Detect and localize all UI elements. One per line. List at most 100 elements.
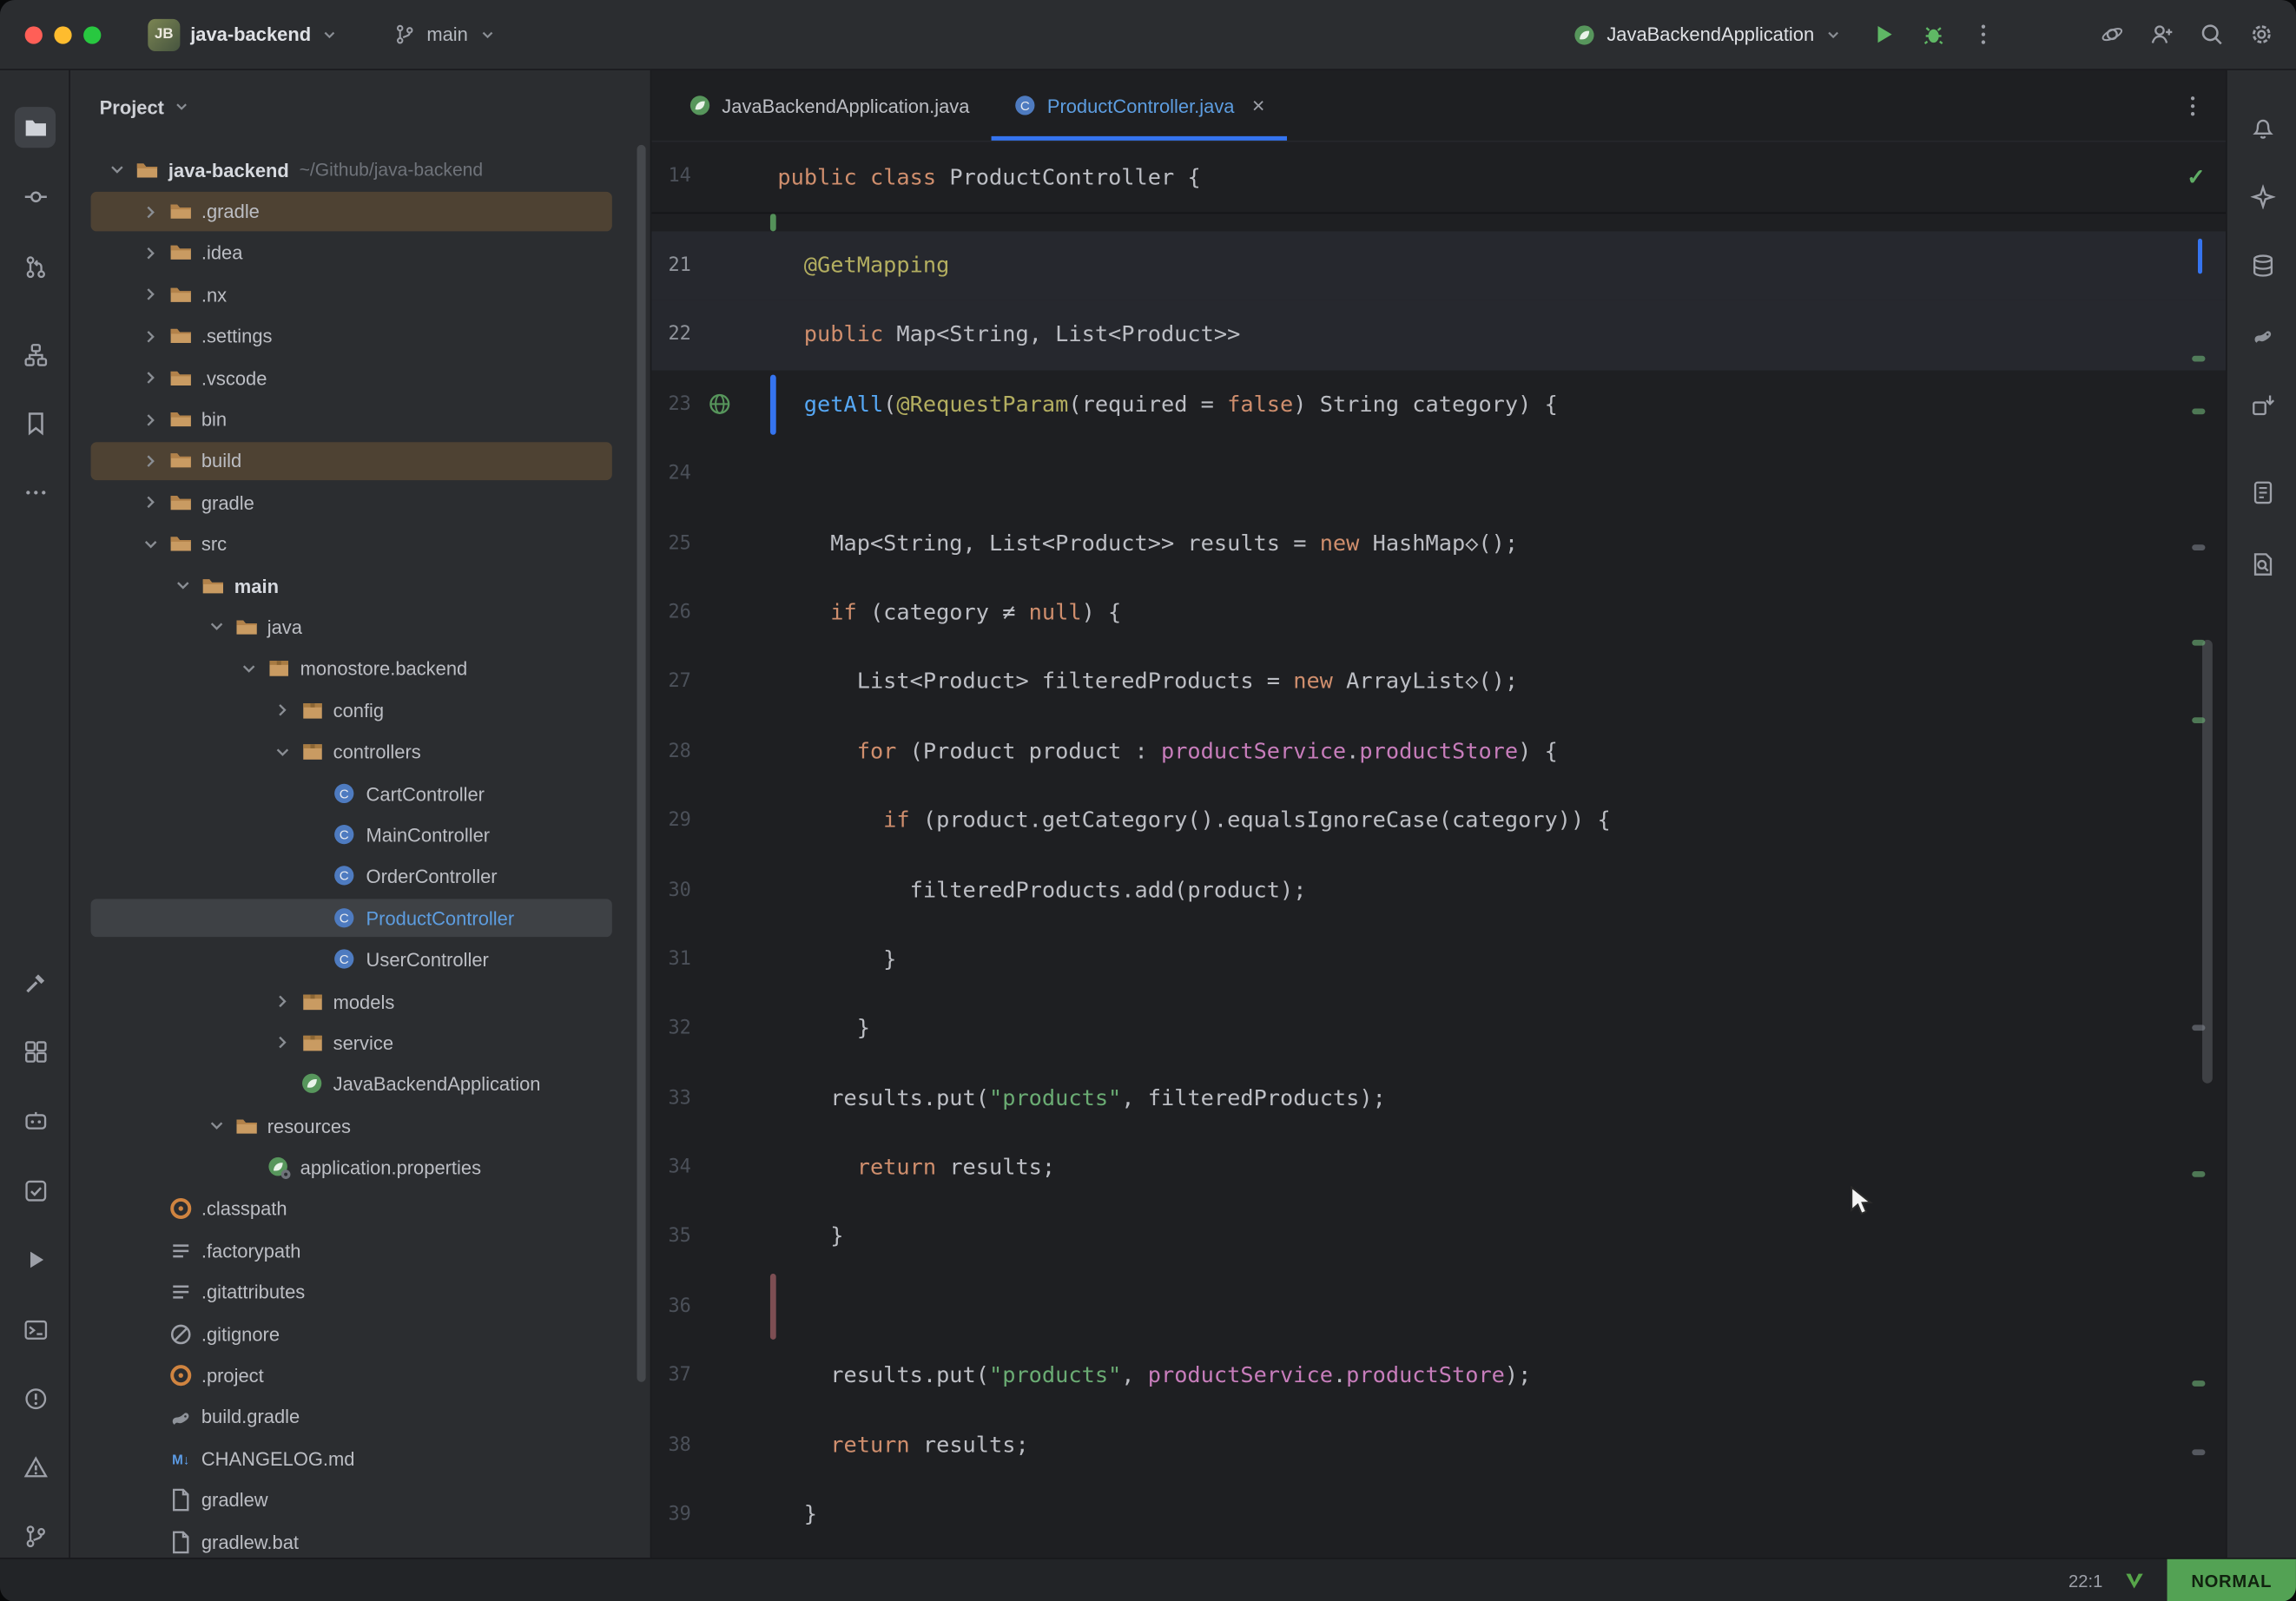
chevron-right-icon[interactable] [133, 285, 168, 306]
chevron-right-icon[interactable] [133, 409, 168, 430]
chevron-right-icon[interactable] [133, 201, 168, 222]
tree-item-javabackendapplication[interactable]: JavaBackendApplication [70, 1064, 650, 1105]
chevron-down-icon[interactable] [264, 741, 299, 762]
run-button[interactable] [1863, 14, 1903, 55]
chevron-down-icon[interactable] [198, 1116, 233, 1137]
ai-assistant-icon[interactable] [2242, 175, 2283, 216]
project-icon[interactable] [15, 107, 56, 148]
project-panel-header[interactable]: Project [70, 70, 650, 143]
tree-item-build-gradle[interactable]: build.gradle [70, 1396, 650, 1438]
close-icon[interactable]: × [1252, 95, 1265, 116]
code-line-22[interactable]: 22public Map<String, List<Product>> [651, 300, 2226, 370]
code-line-25[interactable]: 25Map<String, List<Product>> results = n… [651, 509, 2226, 578]
ideavim-icon[interactable] [2123, 1569, 2147, 1592]
tree-item-main[interactable]: main [70, 565, 650, 607]
find-icon[interactable] [2242, 544, 2283, 584]
code-line-14[interactable]: 14public class ProductController { [651, 142, 2226, 213]
pull-requests-icon[interactable] [15, 246, 56, 287]
code-line-33[interactable]: 33results.put("products", filteredProduc… [651, 1064, 2226, 1133]
tree-item-java-backend[interactable]: java-backend~/Github/java-backend [70, 149, 650, 191]
editor-scrollbar[interactable] [2202, 640, 2213, 1084]
tree-item-idea[interactable]: .idea [70, 233, 650, 274]
tree-item-gradlew[interactable]: gradlew [70, 1479, 650, 1521]
code-line-29[interactable]: 29if (product.getCategory().equalsIgnore… [651, 787, 2226, 856]
project-tree-scrollbar[interactable] [637, 145, 645, 1382]
code-line-24[interactable]: 24 [651, 439, 2226, 509]
chevron-down-icon[interactable] [231, 659, 266, 680]
tree-item-service[interactable]: service [70, 1022, 650, 1064]
chevron-down-icon[interactable] [166, 576, 201, 596]
branch-widget[interactable]: main [383, 17, 508, 51]
code-line-26[interactable]: 26if (category ≠ null) { [651, 578, 2226, 648]
chevron-right-icon[interactable] [264, 992, 299, 1012]
tree-item-config[interactable]: config [70, 689, 650, 731]
tree-item-build[interactable]: build [70, 440, 650, 482]
ai-chat-icon[interactable] [15, 1101, 56, 1142]
tree-item-nx[interactable]: .nx [70, 274, 650, 316]
caret-position-widget[interactable]: 22:1 [2068, 1570, 2102, 1591]
version-control-icon[interactable] [15, 1515, 56, 1556]
tree-item-gradle[interactable]: .gradle [70, 191, 650, 233]
tree-item-factorypath[interactable]: .factorypath [70, 1230, 650, 1272]
inspections-icon[interactable] [15, 1378, 56, 1419]
code-line-32[interactable]: 32} [651, 994, 2226, 1064]
tab-options-icon[interactable] [2181, 93, 2206, 118]
terminal-icon[interactable] [15, 1308, 56, 1349]
code-line-35[interactable]: 35} [651, 1202, 2226, 1272]
tree-item-ordercontroller[interactable]: COrderController [70, 856, 650, 898]
editor[interactable]: ✓ 14public class ProductController { 21@… [651, 142, 2226, 1558]
tree-item-gitignore[interactable]: .gitignore [70, 1313, 650, 1354]
tree-item-maincontroller[interactable]: CMainController [70, 814, 650, 856]
close-window-button[interactable] [25, 26, 43, 43]
structure-icon[interactable] [15, 333, 56, 374]
chevron-down-icon[interactable] [198, 617, 233, 638]
tree-item-java[interactable]: java [70, 607, 650, 649]
chevron-right-icon[interactable] [133, 451, 168, 471]
tree-item-application-properties[interactable]: application.properties [70, 1147, 650, 1189]
code-line-36[interactable]: 36 [651, 1272, 2226, 1341]
chevron-right-icon[interactable] [264, 1032, 299, 1053]
tree-item-changelog-md[interactable]: M↓CHANGELOG.md [70, 1438, 650, 1479]
code-line-21[interactable]: 21@GetMapping [651, 231, 2226, 300]
documentation-icon[interactable] [2242, 471, 2283, 512]
vim-mode-badge[interactable]: NORMAL [2167, 1559, 2296, 1601]
debug-button[interactable] [1912, 14, 1953, 55]
code-with-me-button[interactable] [2141, 14, 2181, 55]
code-line-23[interactable]: 23getAll(@RequestParam(required = false)… [651, 370, 2226, 439]
tree-item-bin[interactable]: bin [70, 399, 650, 440]
tree-item-models[interactable]: models [70, 980, 650, 1022]
more-icon[interactable] [15, 471, 56, 512]
tree-item-vscode[interactable]: .vscode [70, 357, 650, 399]
code-line-28[interactable]: 28for (Product product : productService.… [651, 717, 2226, 787]
tree-item-usercontroller[interactable]: CUserController [70, 939, 650, 981]
problems-icon[interactable] [15, 1446, 56, 1487]
todo-icon[interactable] [15, 1169, 56, 1210]
tree-item-cartcontroller[interactable]: CCartController [70, 773, 650, 814]
tree-item-resources[interactable]: resources [70, 1105, 650, 1147]
database-icon[interactable] [2242, 245, 2283, 286]
code-line-27[interactable]: 27List<Product> filteredProducts = new A… [651, 648, 2226, 717]
code-line-34[interactable]: 34return results; [651, 1133, 2226, 1202]
tree-item-src[interactable]: src [70, 524, 650, 565]
minimize-window-button[interactable] [54, 26, 71, 43]
chevron-right-icon[interactable] [133, 367, 168, 388]
chevron-right-icon[interactable] [264, 700, 299, 721]
project-widget[interactable]: JB java-backend [136, 12, 351, 56]
dependencies-icon[interactable] [2242, 384, 2283, 425]
chevron-down-icon[interactable] [100, 160, 135, 181]
tree-item-gradlew-bat[interactable]: gradlew.bat [70, 1521, 650, 1558]
endpoint-icon[interactable] [707, 392, 732, 418]
build-icon[interactable] [15, 962, 56, 1003]
tree-item-project[interactable]: .project [70, 1354, 650, 1396]
code-line-30[interactable]: 30filteredProducts.add(product); [651, 856, 2226, 926]
search-everywhere-button[interactable] [2191, 14, 2232, 55]
tab-productcontroller-java[interactable]: CProductController.java× [992, 70, 1287, 141]
zoom-window-button[interactable] [83, 26, 101, 43]
services-icon[interactable] [15, 1031, 56, 1071]
tree-item-gradle[interactable]: gradle [70, 482, 650, 524]
chevron-right-icon[interactable] [133, 326, 168, 347]
chevron-down-icon[interactable] [133, 534, 168, 555]
notifications-icon[interactable] [2242, 107, 2283, 148]
code-line-31[interactable]: 31} [651, 926, 2226, 995]
run-configuration-select[interactable]: JavaBackendApplication [1561, 16, 1854, 51]
